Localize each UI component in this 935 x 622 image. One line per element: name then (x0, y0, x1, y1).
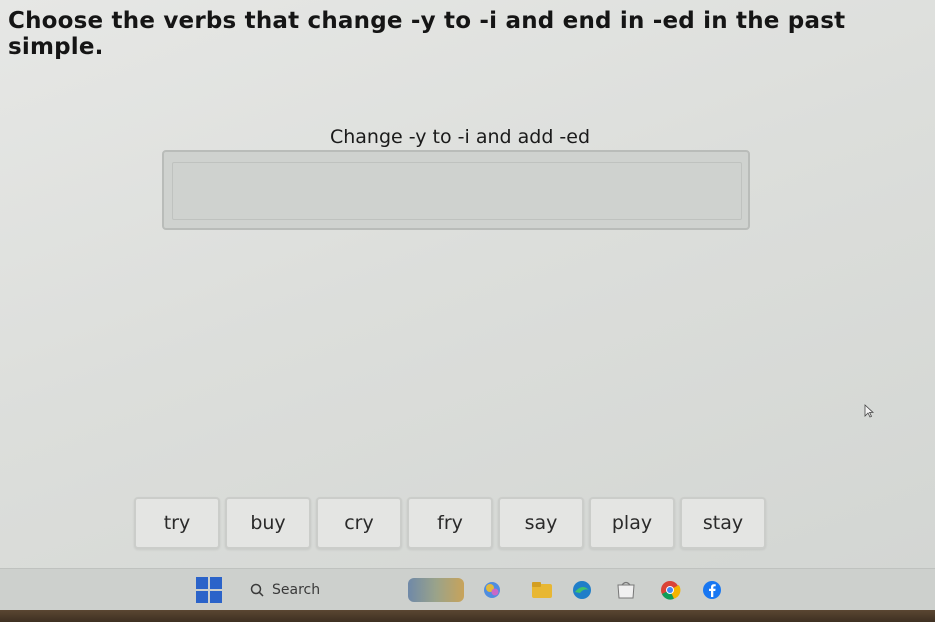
word-bank: try buy cry fry say play stay (134, 497, 766, 549)
drop-zone-inner (172, 162, 742, 220)
taskbar: Search (0, 568, 935, 610)
monitor-bezel (0, 610, 935, 622)
file-explorer-icon[interactable] (530, 577, 554, 603)
word-tile-say[interactable]: say (498, 497, 584, 549)
windows-start-icon[interactable] (196, 577, 222, 603)
drop-zone-label: Change -y to -i and add -ed (329, 126, 591, 148)
word-tile-fry[interactable]: fry (407, 497, 493, 549)
store-icon[interactable] (614, 577, 638, 603)
search-label: Search (272, 582, 321, 598)
taskbar-search[interactable]: Search (250, 577, 360, 603)
mouse-cursor-icon (864, 404, 874, 418)
word-tile-try[interactable]: try (134, 497, 220, 549)
word-tile-play[interactable]: play (589, 497, 675, 549)
word-tile-buy[interactable]: buy (225, 497, 311, 549)
facebook-icon[interactable] (700, 577, 724, 603)
copilot-icon[interactable] (480, 577, 504, 603)
drop-zone[interactable] (162, 150, 750, 230)
question-title: Choose the verbs that change -y to -i an… (8, 8, 846, 60)
chrome-icon[interactable] (658, 577, 682, 603)
search-icon (250, 583, 264, 597)
widgets-icon[interactable] (408, 577, 464, 603)
edge-icon[interactable] (570, 577, 594, 603)
word-tile-cry[interactable]: cry (316, 497, 402, 549)
word-tile-stay[interactable]: stay (680, 497, 766, 549)
